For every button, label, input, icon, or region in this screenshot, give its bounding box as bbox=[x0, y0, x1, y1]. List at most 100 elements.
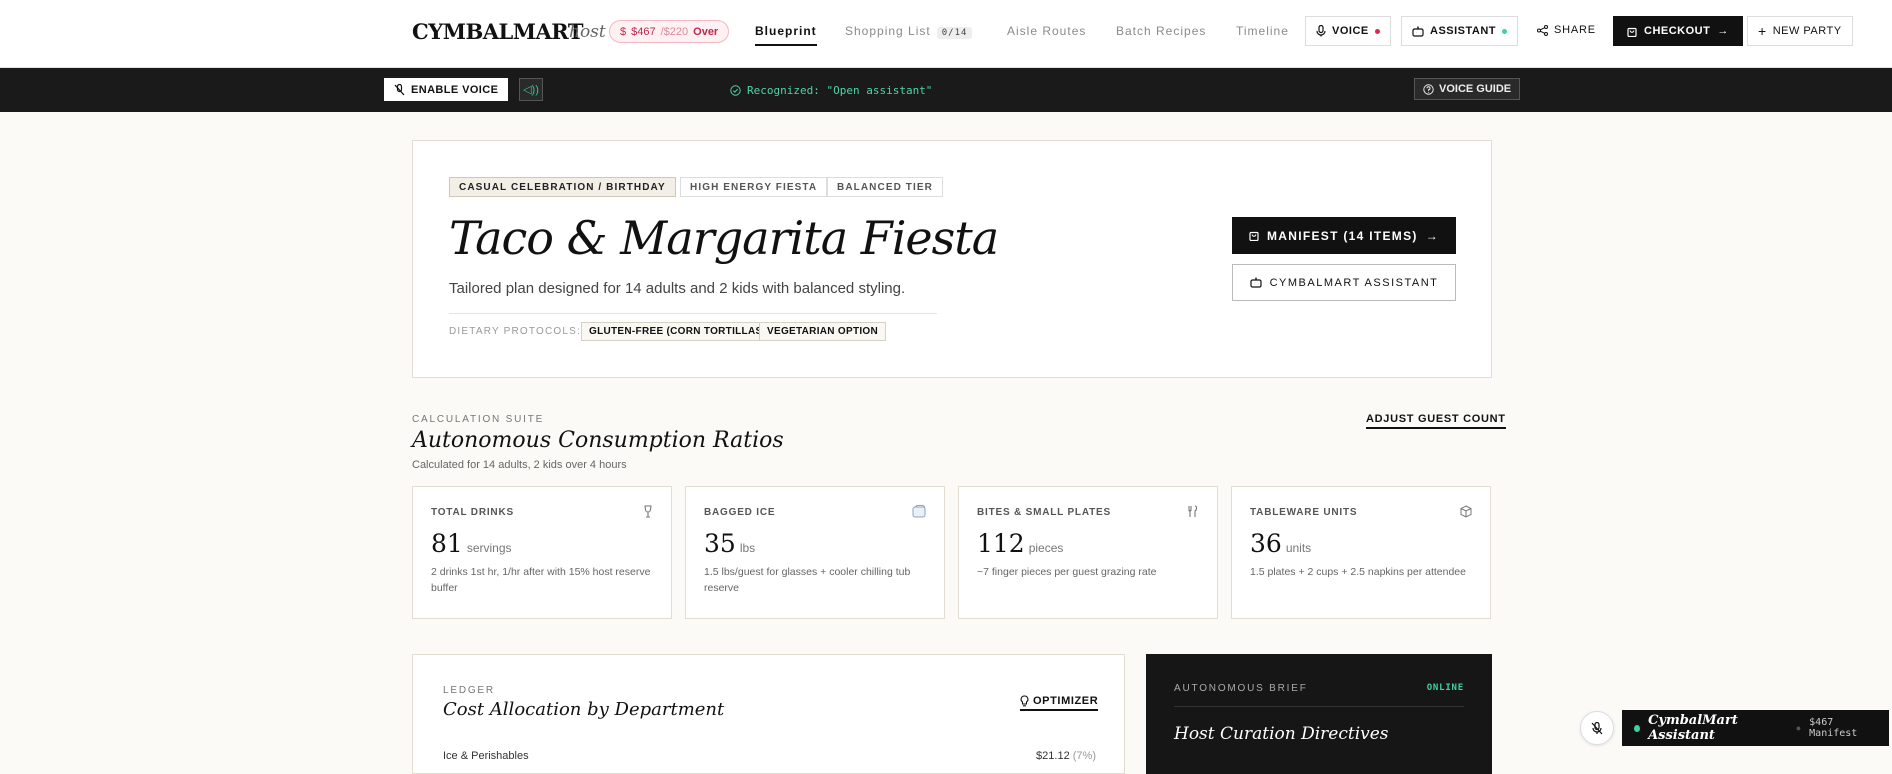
diet-chip-vegetarian: VEGETARIAN OPTION bbox=[759, 322, 887, 341]
metric-description: ~7 finger pieces per guest grazing rate bbox=[977, 566, 1157, 578]
calc-title: Autonomous Consumption Ratios bbox=[412, 428, 784, 453]
ice-cube-icon bbox=[912, 505, 926, 521]
diet-chip-gluten-free: GLUTEN-FREE (CORN TORTILLAS) bbox=[581, 322, 775, 341]
metric-value: 36 units bbox=[1250, 529, 1311, 558]
robot-icon bbox=[1412, 26, 1424, 37]
tab-batch-recipes[interactable]: Batch Recipes bbox=[1116, 24, 1206, 38]
divider bbox=[1174, 706, 1464, 707]
tab-label: Batch Recipes bbox=[1116, 24, 1207, 38]
share-icon bbox=[1537, 24, 1548, 36]
tab-label: Shopping List bbox=[845, 24, 931, 38]
wine-glass-icon bbox=[643, 505, 653, 521]
metric-value: 112 pieces bbox=[977, 529, 1063, 558]
mic-off-icon bbox=[394, 83, 405, 95]
separator-dot: ● bbox=[1795, 723, 1802, 733]
metric-number: 36 bbox=[1250, 529, 1282, 558]
help-circle-icon bbox=[1423, 83, 1434, 95]
voice-bar: ENABLE VOICE ◁)) Recognized: "Open assis… bbox=[0, 68, 1892, 112]
metric-number: 35 bbox=[704, 529, 736, 558]
budget-badge[interactable]: $ $467 /$220 Over bbox=[609, 20, 730, 43]
mic-off-icon[interactable] bbox=[1580, 711, 1614, 745]
party-title: Taco & Margarita Fiesta bbox=[449, 211, 999, 265]
optimizer-button[interactable]: OPTIMIZER bbox=[1020, 695, 1099, 711]
metric-card-tableware: TABLEWARE UNITS 36 units 1.5 plates + 2 c… bbox=[1231, 486, 1491, 619]
brief-status: ONLINE bbox=[1426, 683, 1464, 693]
ledger-title: Cost Allocation by Department bbox=[443, 699, 725, 720]
new-party-button[interactable]: + NEW PARTY bbox=[1747, 16, 1853, 46]
manifest-label: MANIFEST (14 ITEMS) bbox=[1266, 228, 1418, 243]
bag-icon bbox=[1627, 27, 1637, 37]
voice-status-dot bbox=[1374, 28, 1380, 34]
manifest-button[interactable]: MANIFEST (14 ITEMS) → bbox=[1232, 217, 1456, 254]
tab-label: Aisle Routes bbox=[1007, 24, 1087, 38]
metric-label: BAGGED ICE bbox=[704, 507, 776, 518]
ledger-card: LEDGER Cost Allocation by Department OPT… bbox=[412, 654, 1125, 774]
tab-aisle-routes[interactable]: Aisle Routes bbox=[1007, 24, 1086, 38]
brand-logo[interactable]: CYMBALMART bbox=[412, 19, 584, 44]
metric-label: TABLEWARE UNITS bbox=[1250, 507, 1358, 518]
voice-guide-button[interactable]: VOICE GUIDE bbox=[1414, 78, 1521, 100]
share-button[interactable]: SHARE bbox=[1537, 24, 1596, 36]
budget-status: Over bbox=[693, 25, 719, 38]
cymbalmart-assistant-button[interactable]: CYMBALMART ASSISTANT bbox=[1232, 264, 1456, 301]
enable-voice-label: ENABLE VOICE bbox=[411, 83, 499, 96]
shopping-count-badge: 0/14 bbox=[936, 27, 973, 39]
ledger-eyebrow: LEDGER bbox=[443, 685, 495, 696]
brand-sub: host bbox=[569, 22, 606, 42]
dietary-label: DIETARY PROTOCOLS: bbox=[449, 326, 582, 337]
adjust-guest-count-link[interactable]: ADJUST GUEST COUNT bbox=[1366, 413, 1506, 429]
check-circle-icon bbox=[730, 85, 741, 96]
voice-guide-label: VOICE GUIDE bbox=[1439, 83, 1512, 95]
voice-label: VOICE bbox=[1332, 25, 1369, 37]
tab-shopping-list[interactable]: Shopping List 0/14 bbox=[845, 24, 973, 39]
divider bbox=[449, 313, 937, 314]
metric-description: 2 drinks 1st hr, 1/hr after with 15% hos… bbox=[431, 566, 651, 594]
assistant-name: CymbalMart Assistant bbox=[1648, 713, 1738, 743]
metric-unit: lbs bbox=[739, 541, 756, 555]
voice-button[interactable]: VOICE bbox=[1305, 16, 1391, 46]
arrow-right-icon: → bbox=[1425, 228, 1440, 243]
tab-label: Blueprint bbox=[755, 24, 817, 38]
budget-limit: /$220 bbox=[660, 25, 689, 38]
checkout-label: CHECKOUT bbox=[1644, 25, 1711, 37]
tab-blueprint[interactable]: Blueprint bbox=[755, 24, 817, 46]
metric-label: BITES & SMALL PLATES bbox=[977, 507, 1111, 518]
ledger-row: Ice & Perishables $21.12 (7%) bbox=[443, 750, 1096, 762]
tab-timeline[interactable]: Timeline bbox=[1236, 24, 1289, 38]
bag-icon bbox=[1249, 231, 1259, 241]
autonomous-brief-card: AUTONOMOUS BRIEF ONLINE Host Curation Di… bbox=[1146, 654, 1492, 774]
share-label: SHARE bbox=[1554, 24, 1596, 36]
party-hero-card: CASUAL CELEBRATION / BIRTHDAY HIGH ENERG… bbox=[412, 140, 1492, 378]
assistant-label: CYMBALMART ASSISTANT bbox=[1269, 276, 1439, 289]
assistant-manifest-total: $467 Manifest bbox=[1809, 717, 1858, 739]
robot-icon bbox=[1250, 277, 1262, 288]
ledger-amount: $21.12 bbox=[1036, 750, 1070, 762]
recognized-status: Recognized: "Open assistant" bbox=[730, 84, 932, 97]
dollar-icon: $ bbox=[620, 25, 627, 38]
speaker-icon[interactable]: ◁)) bbox=[519, 78, 543, 101]
metric-number: 81 bbox=[431, 529, 463, 558]
checkout-button[interactable]: CHECKOUT → bbox=[1613, 16, 1743, 46]
calc-eyebrow: CALCULATION SUITE bbox=[412, 414, 545, 425]
assistant-launcher[interactable]: CymbalMart Assistant ● $467 Manifest bbox=[1622, 710, 1889, 746]
top-nav: CYMBALMART host $ $467 /$220 Over Bluepr… bbox=[0, 0, 1892, 68]
metric-card-bites: BITES & SMALL PLATES 112 pieces ~7 finger… bbox=[958, 486, 1218, 619]
assistant-button[interactable]: ASSISTANT bbox=[1401, 16, 1519, 46]
tag-occasion: CASUAL CELEBRATION / BIRTHDAY bbox=[449, 177, 676, 197]
metric-description: 1.5 plates + 2 cups + 2.5 napkins per at… bbox=[1250, 566, 1466, 578]
optimizer-label: OPTIMIZER bbox=[1033, 695, 1099, 707]
metric-card-ice: BAGGED ICE 35 lbs 1.5 lbs/guest for glass… bbox=[685, 486, 945, 619]
metric-unit: units bbox=[1285, 541, 1312, 555]
enable-voice-button[interactable]: ENABLE VOICE bbox=[384, 78, 509, 101]
online-status-dot bbox=[1634, 724, 1641, 732]
assistant-label: ASSISTANT bbox=[1430, 25, 1497, 37]
utensils-icon bbox=[1187, 505, 1199, 521]
calc-subtitle: Calculated for 14 adults, 2 kids over 4 … bbox=[412, 459, 627, 471]
brief-title: Host Curation Directives bbox=[1174, 724, 1389, 744]
arrow-right-icon: → bbox=[1717, 25, 1729, 37]
tab-label: Timeline bbox=[1236, 24, 1289, 38]
ledger-pct: (7%) bbox=[1072, 750, 1096, 762]
metric-value: 35 lbs bbox=[704, 529, 755, 558]
metric-number: 112 bbox=[977, 529, 1025, 558]
microphone-icon bbox=[1316, 25, 1326, 37]
